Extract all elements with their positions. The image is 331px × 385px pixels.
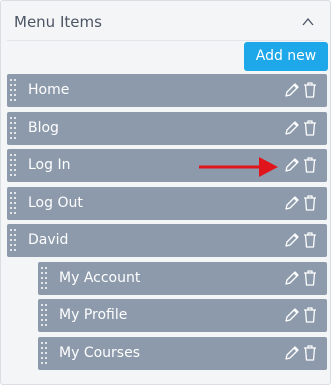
drag-handle-icon[interactable]: [9, 78, 17, 103]
trash-icon[interactable]: [303, 156, 317, 174]
trash-icon[interactable]: [303, 194, 317, 212]
drag-handle-icon[interactable]: [9, 228, 17, 253]
drag-handle-icon[interactable]: [9, 116, 17, 141]
trash-icon[interactable]: [303, 344, 317, 362]
pencil-icon[interactable]: [284, 270, 300, 286]
submenu-item-my-courses[interactable]: My Courses: [38, 337, 327, 370]
drag-handle-icon[interactable]: [40, 303, 48, 328]
trash-icon[interactable]: [303, 306, 317, 324]
pencil-icon[interactable]: [284, 157, 300, 173]
pencil-icon[interactable]: [284, 232, 300, 248]
pencil-icon[interactable]: [284, 82, 300, 98]
drag-handle-icon[interactable]: [40, 341, 48, 366]
menu-item-blog[interactable]: Blog: [7, 112, 327, 145]
menu-item-label: My Courses: [59, 345, 140, 361]
trash-icon[interactable]: [303, 269, 317, 287]
menu-item-label: Blog: [28, 120, 59, 136]
pencil-icon[interactable]: [284, 345, 300, 361]
menu-item-log-in[interactable]: Log In: [7, 149, 327, 182]
menu-item-label: My Account: [59, 270, 141, 286]
panel-title: Menu Items: [14, 13, 102, 31]
panel-header[interactable]: Menu Items: [14, 11, 320, 33]
drag-handle-icon[interactable]: [9, 191, 17, 216]
menu-item-david[interactable]: David: [7, 224, 327, 257]
pencil-icon[interactable]: [284, 307, 300, 323]
add-new-button[interactable]: Add new: [244, 42, 328, 71]
menu-item-label: Log Out: [28, 195, 83, 211]
drag-handle-icon[interactable]: [40, 266, 48, 291]
chevron-up-icon[interactable]: [300, 14, 316, 30]
submenu-item-my-account[interactable]: My Account: [38, 262, 327, 295]
trash-icon[interactable]: [303, 119, 317, 137]
menu-item-label: My Profile: [59, 307, 128, 323]
menu-item-label: David: [28, 232, 69, 248]
header-divider: [7, 40, 324, 41]
menu-item-log-out[interactable]: Log Out: [7, 187, 327, 220]
submenu-item-my-profile[interactable]: My Profile: [38, 299, 327, 332]
trash-icon[interactable]: [303, 81, 317, 99]
pencil-icon[interactable]: [284, 195, 300, 211]
menu-item-label: Log In: [28, 157, 71, 173]
menu-item-label: Home: [28, 82, 70, 98]
drag-handle-icon[interactable]: [9, 153, 17, 178]
annotation-arrow-icon: [199, 157, 278, 177]
pencil-icon[interactable]: [284, 120, 300, 136]
menu-item-home[interactable]: Home: [7, 74, 327, 107]
trash-icon[interactable]: [303, 231, 317, 249]
